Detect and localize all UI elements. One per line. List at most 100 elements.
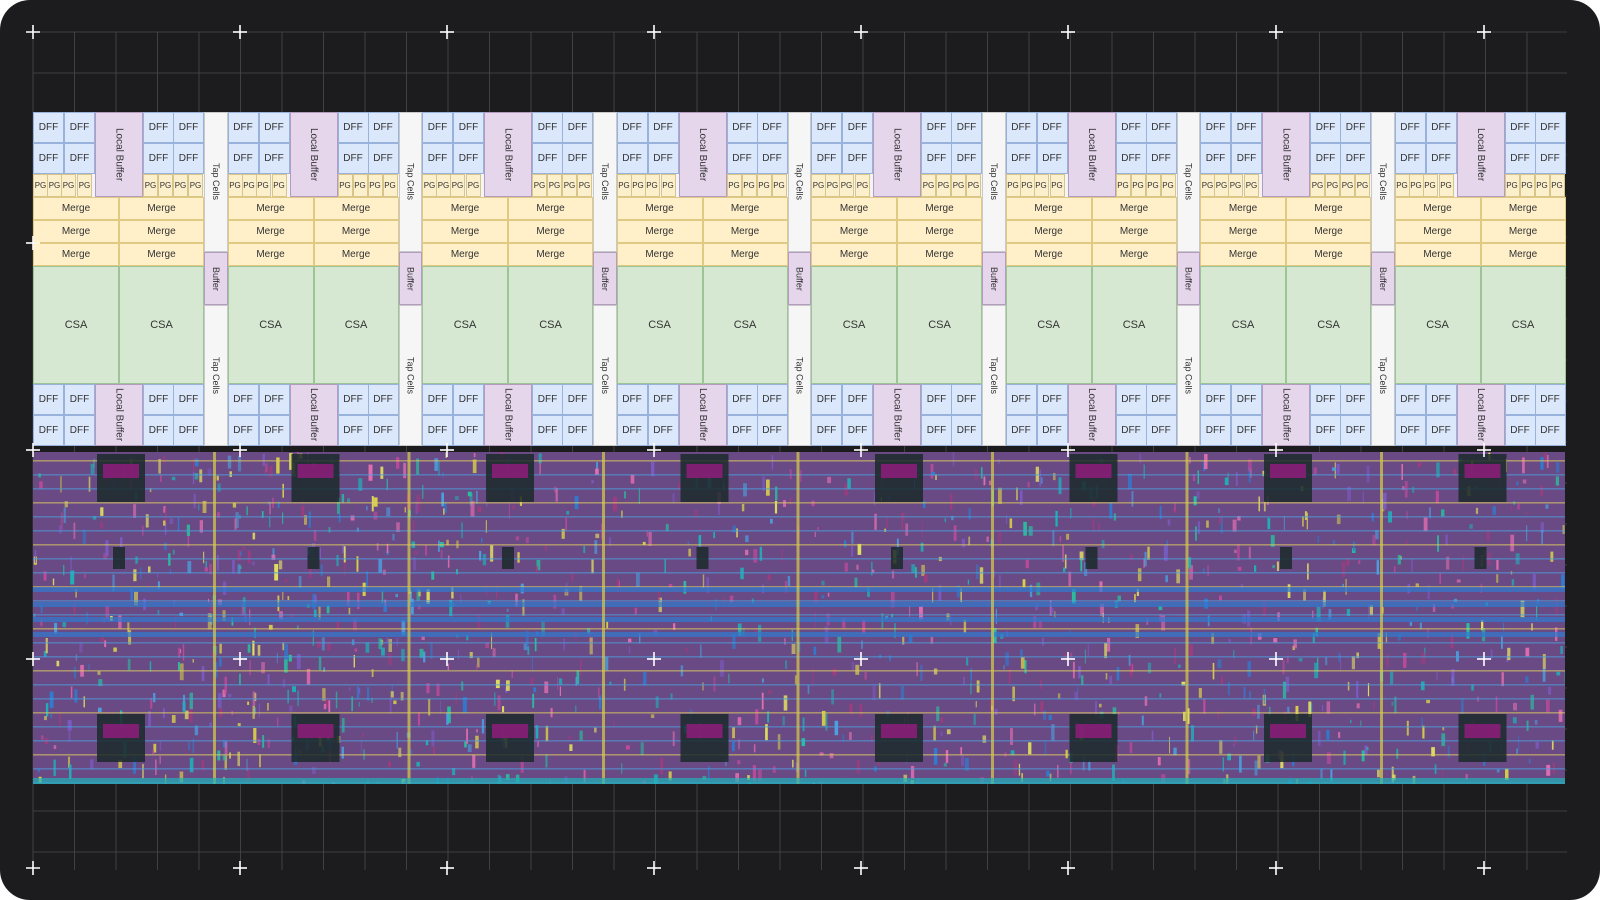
metal-stroke bbox=[267, 702, 269, 711]
dff-cell-label: DFF bbox=[38, 425, 59, 436]
metal-stroke bbox=[277, 717, 279, 727]
merge-cell-label: Merge bbox=[1119, 249, 1149, 260]
dff-cell: DFF bbox=[532, 143, 563, 174]
metal-stroke bbox=[1401, 464, 1403, 480]
metal-stroke bbox=[127, 622, 130, 634]
metal-stroke bbox=[63, 507, 66, 524]
merge-cell: Merge bbox=[422, 243, 508, 266]
metal-stroke bbox=[481, 538, 483, 543]
pg-cell-label: PG bbox=[1051, 181, 1063, 190]
pg-cell: PG bbox=[1438, 174, 1454, 197]
metal-stroke bbox=[70, 686, 73, 698]
metal-stroke bbox=[58, 713, 61, 726]
csa-block-label: CSA bbox=[539, 319, 562, 331]
metal-stroke bbox=[1207, 564, 1209, 577]
metal-stroke bbox=[366, 506, 368, 511]
metal-stroke bbox=[1066, 533, 1070, 540]
csa-block-label: CSA bbox=[1037, 319, 1060, 331]
metal-stroke bbox=[525, 537, 529, 544]
pg-cell-label: PG bbox=[632, 181, 644, 190]
pg-cell: PG bbox=[143, 174, 158, 197]
metal-stroke bbox=[292, 686, 296, 693]
pg-cell: PG bbox=[1408, 174, 1424, 197]
dff-cell-label: DFF bbox=[373, 122, 393, 133]
dff-cell: DFF bbox=[756, 112, 788, 143]
metal-stroke bbox=[327, 576, 331, 588]
pg-cell: PG bbox=[173, 174, 188, 197]
metal-stroke bbox=[901, 520, 904, 532]
dff-cell: DFF bbox=[647, 112, 679, 143]
metal-stroke bbox=[864, 671, 867, 680]
metal-stroke bbox=[1129, 742, 1133, 754]
metal-stroke bbox=[1551, 740, 1554, 750]
metal-stroke bbox=[62, 622, 67, 628]
metal-stroke bbox=[900, 686, 905, 700]
metal-stroke bbox=[269, 502, 271, 515]
metal-stroke bbox=[559, 686, 561, 696]
merge-cell: Merge bbox=[1200, 243, 1286, 266]
merge-cell: Merge bbox=[508, 197, 593, 220]
merge-cell: Merge bbox=[1200, 197, 1286, 220]
dff-cell-label: DFF bbox=[567, 394, 588, 405]
dff-cell-label: DFF bbox=[567, 153, 588, 164]
metal-stroke bbox=[532, 693, 535, 708]
metal-stroke bbox=[1517, 503, 1520, 510]
dff-cell: DFF bbox=[726, 112, 758, 143]
merge-cell: Merge bbox=[811, 220, 897, 243]
metal-stroke bbox=[188, 742, 190, 750]
metal-stroke bbox=[189, 692, 193, 710]
pg-cell: PG bbox=[547, 174, 562, 197]
dff-cell: DFF bbox=[532, 112, 563, 143]
pg-cell: PG bbox=[1115, 174, 1131, 197]
buffer-cell: Buffer bbox=[982, 252, 1006, 305]
dff-cell-label: DFF bbox=[343, 122, 363, 133]
metal-stroke bbox=[886, 515, 888, 529]
metal-stroke bbox=[625, 745, 630, 750]
tap-cells-label: Tap Cells bbox=[988, 356, 999, 394]
dff-cell-label: DFF bbox=[264, 394, 284, 405]
metal-stroke bbox=[1526, 720, 1529, 731]
merge-cell: Merge bbox=[1005, 220, 1092, 243]
dff-cell-label: DFF bbox=[1151, 425, 1171, 436]
dff-cell-label: DFF bbox=[148, 153, 169, 164]
local-buffer: Local Buffer bbox=[289, 384, 338, 446]
dff-cell: DFF bbox=[1231, 112, 1262, 143]
metal-stroke bbox=[1013, 759, 1018, 776]
metal-stroke bbox=[973, 714, 976, 725]
dff-cell-label: DFF bbox=[343, 153, 363, 164]
dff-cell: DFF bbox=[842, 384, 873, 415]
metal-stroke bbox=[989, 480, 992, 486]
metal-stroke bbox=[613, 497, 617, 512]
dff-cell-label: DFF bbox=[1510, 425, 1530, 436]
pg-cell: PG bbox=[825, 174, 840, 197]
local-buffer: Local Buffer bbox=[1456, 112, 1505, 197]
metal-stroke bbox=[242, 546, 245, 550]
metal-stroke bbox=[766, 479, 770, 496]
metal-stroke bbox=[660, 757, 664, 774]
metal-stroke bbox=[171, 715, 176, 723]
dff-cell: DFF bbox=[143, 112, 174, 143]
pg-cell-label: PG bbox=[451, 181, 464, 190]
merge-cell: Merge bbox=[1394, 197, 1481, 220]
metal-stroke bbox=[872, 685, 876, 701]
metal-stroke bbox=[1159, 693, 1162, 698]
pg-cell: PG bbox=[1340, 174, 1355, 197]
metal-stroke bbox=[265, 463, 268, 473]
metal-stroke bbox=[961, 538, 966, 548]
metal-stroke bbox=[905, 523, 909, 536]
metal-stroke bbox=[373, 511, 378, 520]
pg-cell: PG bbox=[33, 174, 48, 197]
dff-cell-label: DFF bbox=[458, 425, 479, 436]
dff-cell-label: DFF bbox=[1121, 394, 1141, 405]
dff-cell: DFF bbox=[1504, 415, 1536, 446]
metal-stroke bbox=[234, 518, 237, 530]
metal-stroke bbox=[193, 457, 195, 472]
metal-stroke bbox=[1219, 595, 1222, 601]
metal-stroke bbox=[180, 649, 182, 654]
dff-cell-label: DFF bbox=[926, 153, 947, 164]
tap-cells-label: Tap Cells bbox=[988, 163, 999, 201]
metal-stroke bbox=[318, 656, 322, 671]
metal-stroke bbox=[849, 732, 852, 740]
metal-stroke bbox=[1104, 642, 1107, 659]
metal-stroke bbox=[1555, 476, 1559, 486]
